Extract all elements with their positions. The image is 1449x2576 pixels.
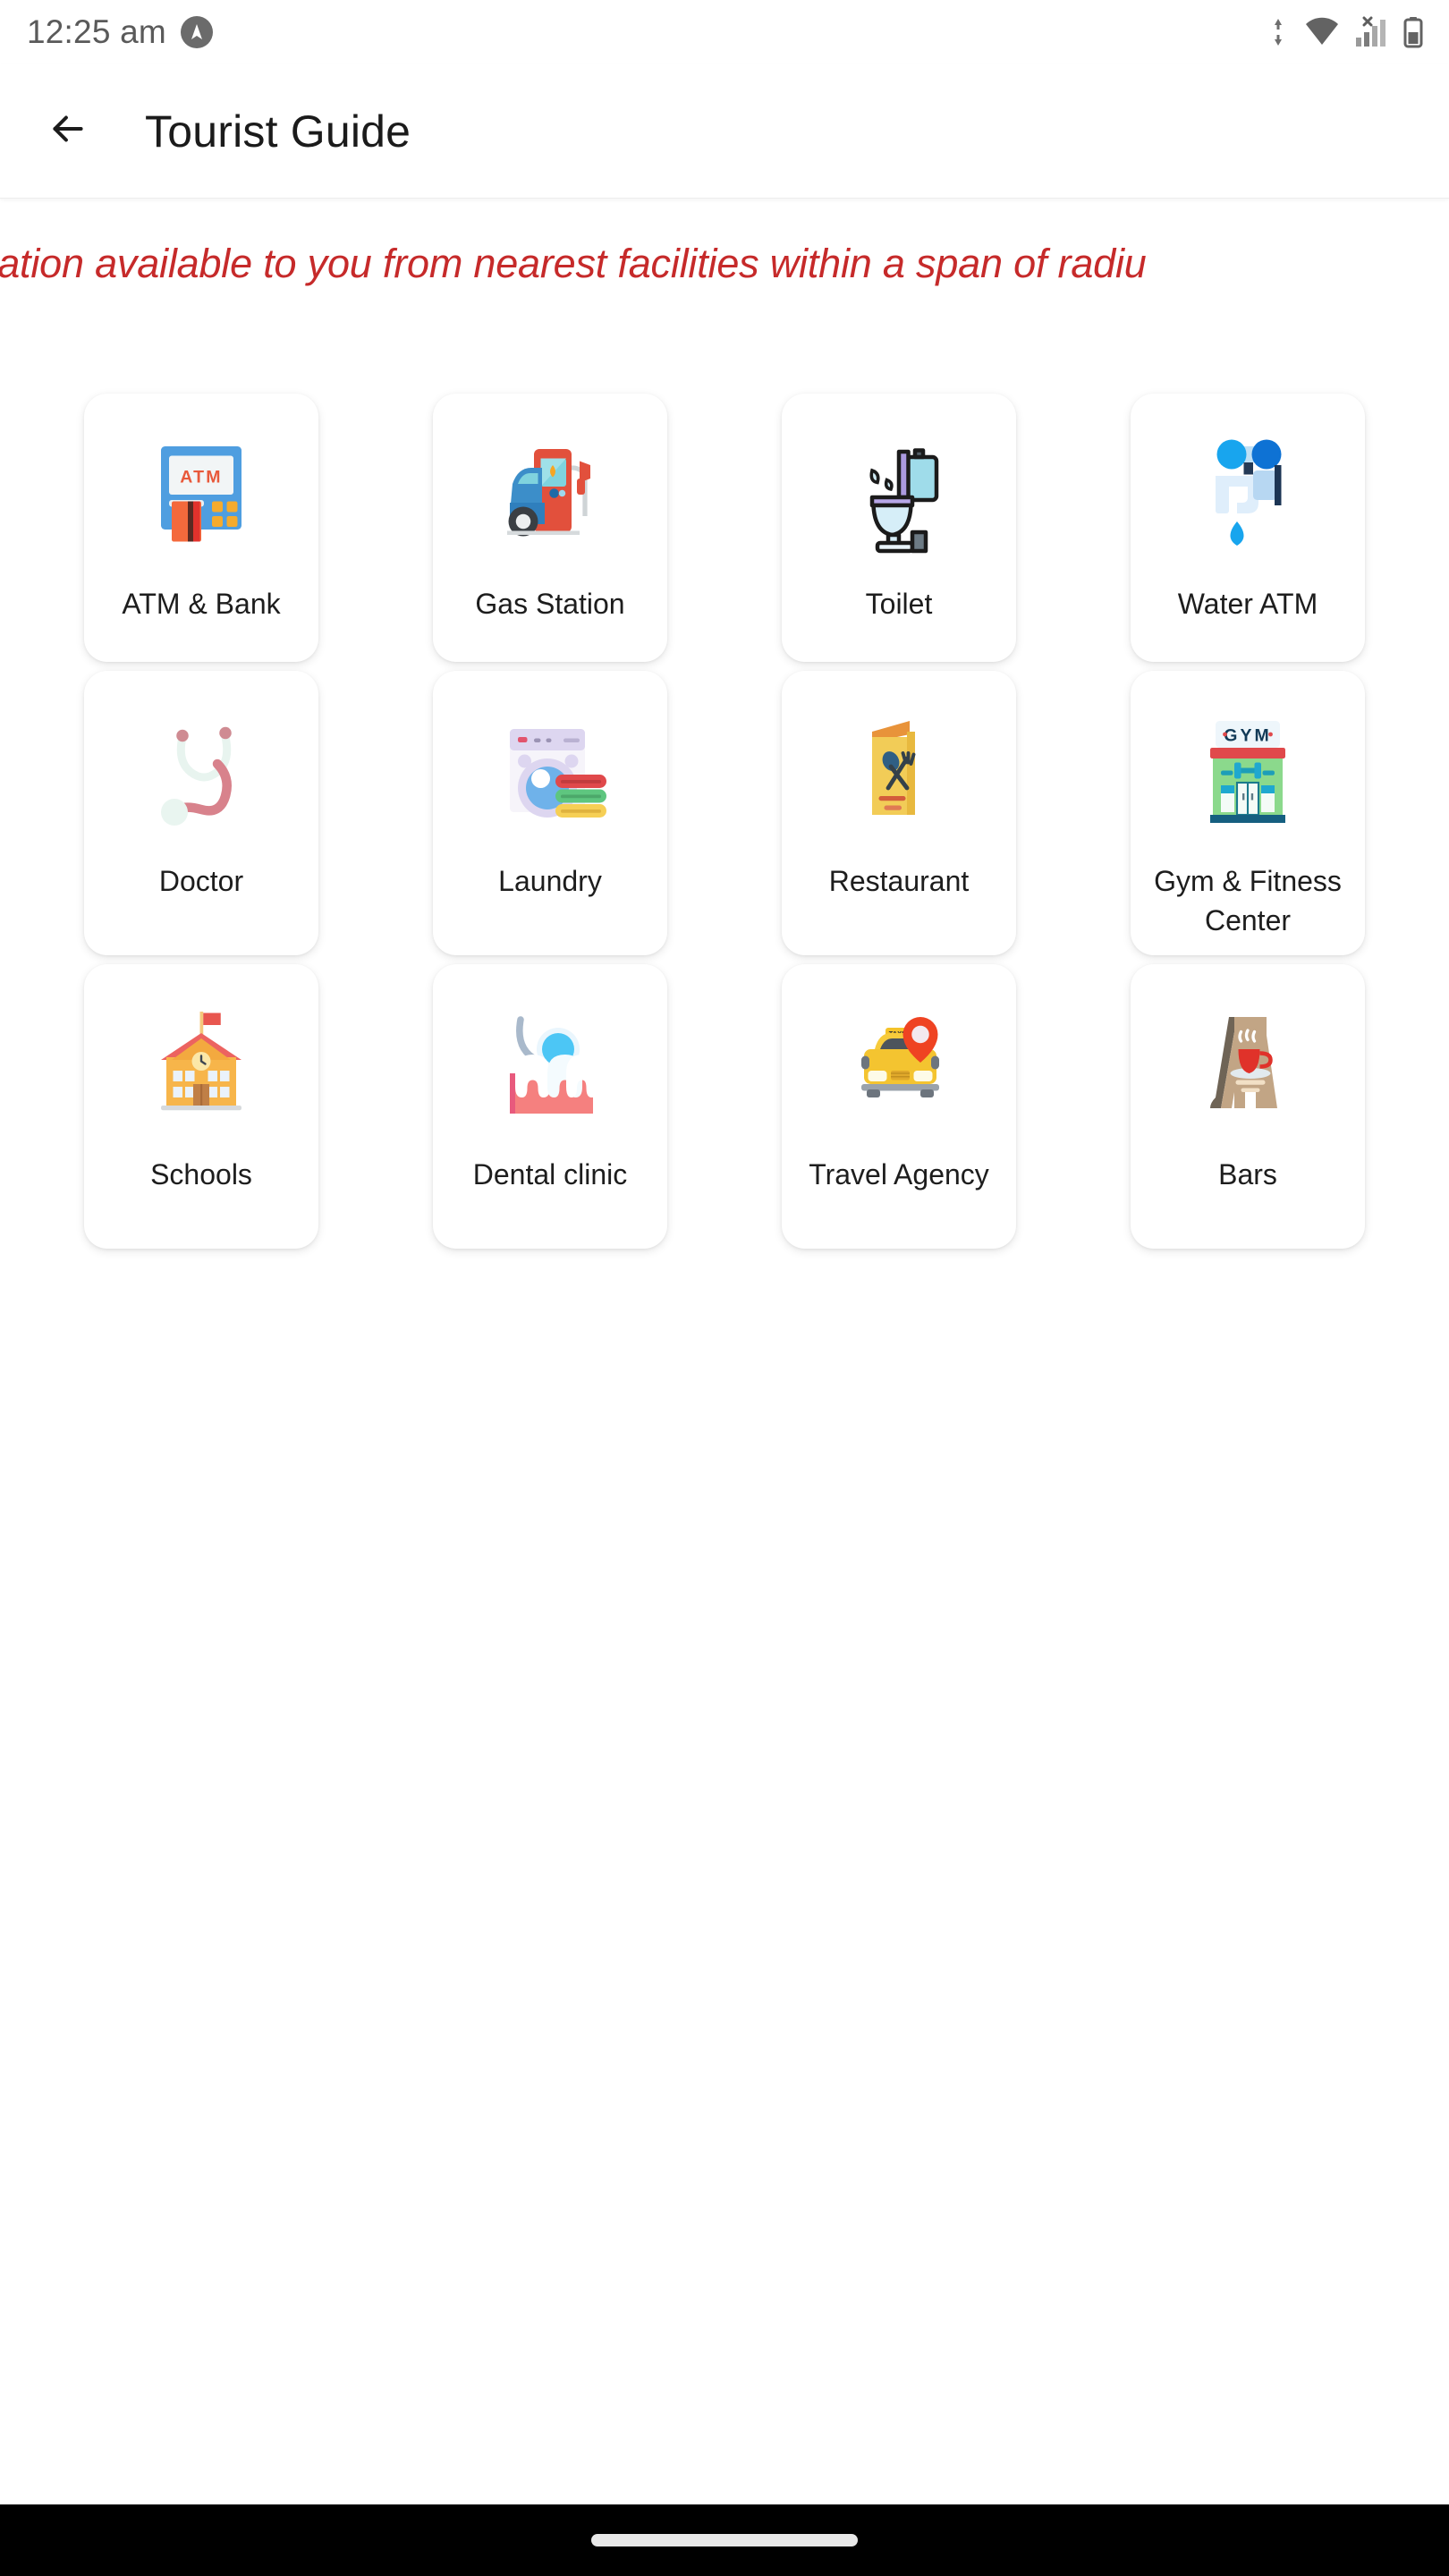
tile-label: Gas Station xyxy=(475,588,625,620)
tile-toilet[interactable]: Toilet xyxy=(782,394,1016,662)
facility-grid: ATM ATM & Bank Gas Station Toilet Water … xyxy=(0,394,1449,1249)
grid-cell: Toilet xyxy=(724,394,1073,662)
status-bar: 12:25 am xyxy=(0,0,1449,64)
tile-label: Doctor xyxy=(158,865,244,897)
cellular-signal-no-sim-icon xyxy=(1352,16,1390,48)
grid-cell: ATM ATM & Bank xyxy=(27,394,376,662)
washing-machine-icon xyxy=(483,705,617,839)
sandwich-board-coffee-icon xyxy=(1181,998,1315,1132)
atm-machine-icon: ATM xyxy=(134,428,268,562)
tile-label: Water ATM xyxy=(1177,588,1318,620)
battery-icon xyxy=(1402,16,1424,48)
tile-bars[interactable]: Bars xyxy=(1131,964,1365,1249)
toilet-icon xyxy=(832,428,966,562)
tile-doctor[interactable]: Doctor xyxy=(84,671,318,955)
navigation-arrow-icon xyxy=(180,16,213,48)
marquee-text: formation available to you from nearest … xyxy=(0,241,1147,286)
back-arrow-icon xyxy=(46,106,90,156)
teeth-mirror-icon xyxy=(483,998,617,1132)
marquee-banner: formation available to you from nearest … xyxy=(0,224,1449,304)
tile-atm-bank[interactable]: ATM ATM & Bank xyxy=(84,394,318,662)
page-title: Tourist Guide xyxy=(145,106,411,157)
tile-label: Restaurant xyxy=(828,865,970,897)
grid-cell: GYM Gym & Fitness Center xyxy=(1073,671,1422,955)
gas-pump-icon xyxy=(483,428,617,562)
tile-restaurant[interactable]: Restaurant xyxy=(782,671,1016,955)
school-building-icon xyxy=(134,998,268,1132)
grid-cell: Schools xyxy=(27,964,376,1249)
home-gesture-pill[interactable] xyxy=(591,2534,858,2546)
svg-text:ATM: ATM xyxy=(180,468,223,487)
grid-cell: Restaurant xyxy=(724,671,1073,955)
stethoscope-icon xyxy=(134,705,268,839)
back-button[interactable] xyxy=(25,89,111,174)
tile-dental-clinic[interactable]: Dental clinic xyxy=(433,964,667,1249)
status-bar-right xyxy=(1272,16,1424,48)
grid-cell: Gas Station xyxy=(376,394,724,662)
tile-label: Gym & Fitness Center xyxy=(1154,865,1342,936)
taxi-location-icon: TAXI xyxy=(832,998,966,1132)
tile-label: Toilet xyxy=(865,588,933,620)
grid-cell: Laundry xyxy=(376,671,724,955)
system-navigation-bar xyxy=(0,2504,1449,2576)
tile-gym-fitness-center[interactable]: GYM Gym & Fitness Center xyxy=(1131,671,1365,955)
tile-label: Dental clinic xyxy=(472,1158,628,1191)
grid-cell: Dental clinic xyxy=(376,964,724,1249)
grid-cell: Water ATM xyxy=(1073,394,1422,662)
water-tap-icon xyxy=(1181,428,1315,562)
grid-cell: TAXI xyxy=(724,964,1073,1249)
tile-label: ATM & Bank xyxy=(122,588,281,620)
grid-cell: Doctor xyxy=(27,671,376,955)
status-clock: 12:25 am xyxy=(27,13,166,50)
data-transfer-icon xyxy=(1272,17,1292,47)
status-bar-left: 12:25 am xyxy=(27,13,213,51)
app-screen: 12:25 am Tourist Guide formation availab… xyxy=(0,0,1449,2576)
wifi-icon xyxy=(1304,17,1340,47)
grid-cell: Bars xyxy=(1073,964,1422,1249)
svg-text:GYM: GYM xyxy=(1224,726,1271,746)
tile-gas-station[interactable]: Gas Station xyxy=(433,394,667,662)
tile-schools[interactable]: Schools xyxy=(84,964,318,1249)
app-bar: Tourist Guide xyxy=(0,64,1449,199)
tile-label: Laundry xyxy=(498,865,602,897)
tile-label: Schools xyxy=(150,1158,252,1191)
gym-building-icon: GYM xyxy=(1181,705,1315,839)
tile-label: Travel Agency xyxy=(809,1158,989,1191)
tile-water-atm[interactable]: Water ATM xyxy=(1131,394,1365,662)
tile-travel-agency[interactable]: TAXI xyxy=(782,964,1016,1249)
tile-label: Bars xyxy=(1218,1158,1277,1191)
tile-laundry[interactable]: Laundry xyxy=(433,671,667,955)
menu-card-icon xyxy=(832,705,966,839)
